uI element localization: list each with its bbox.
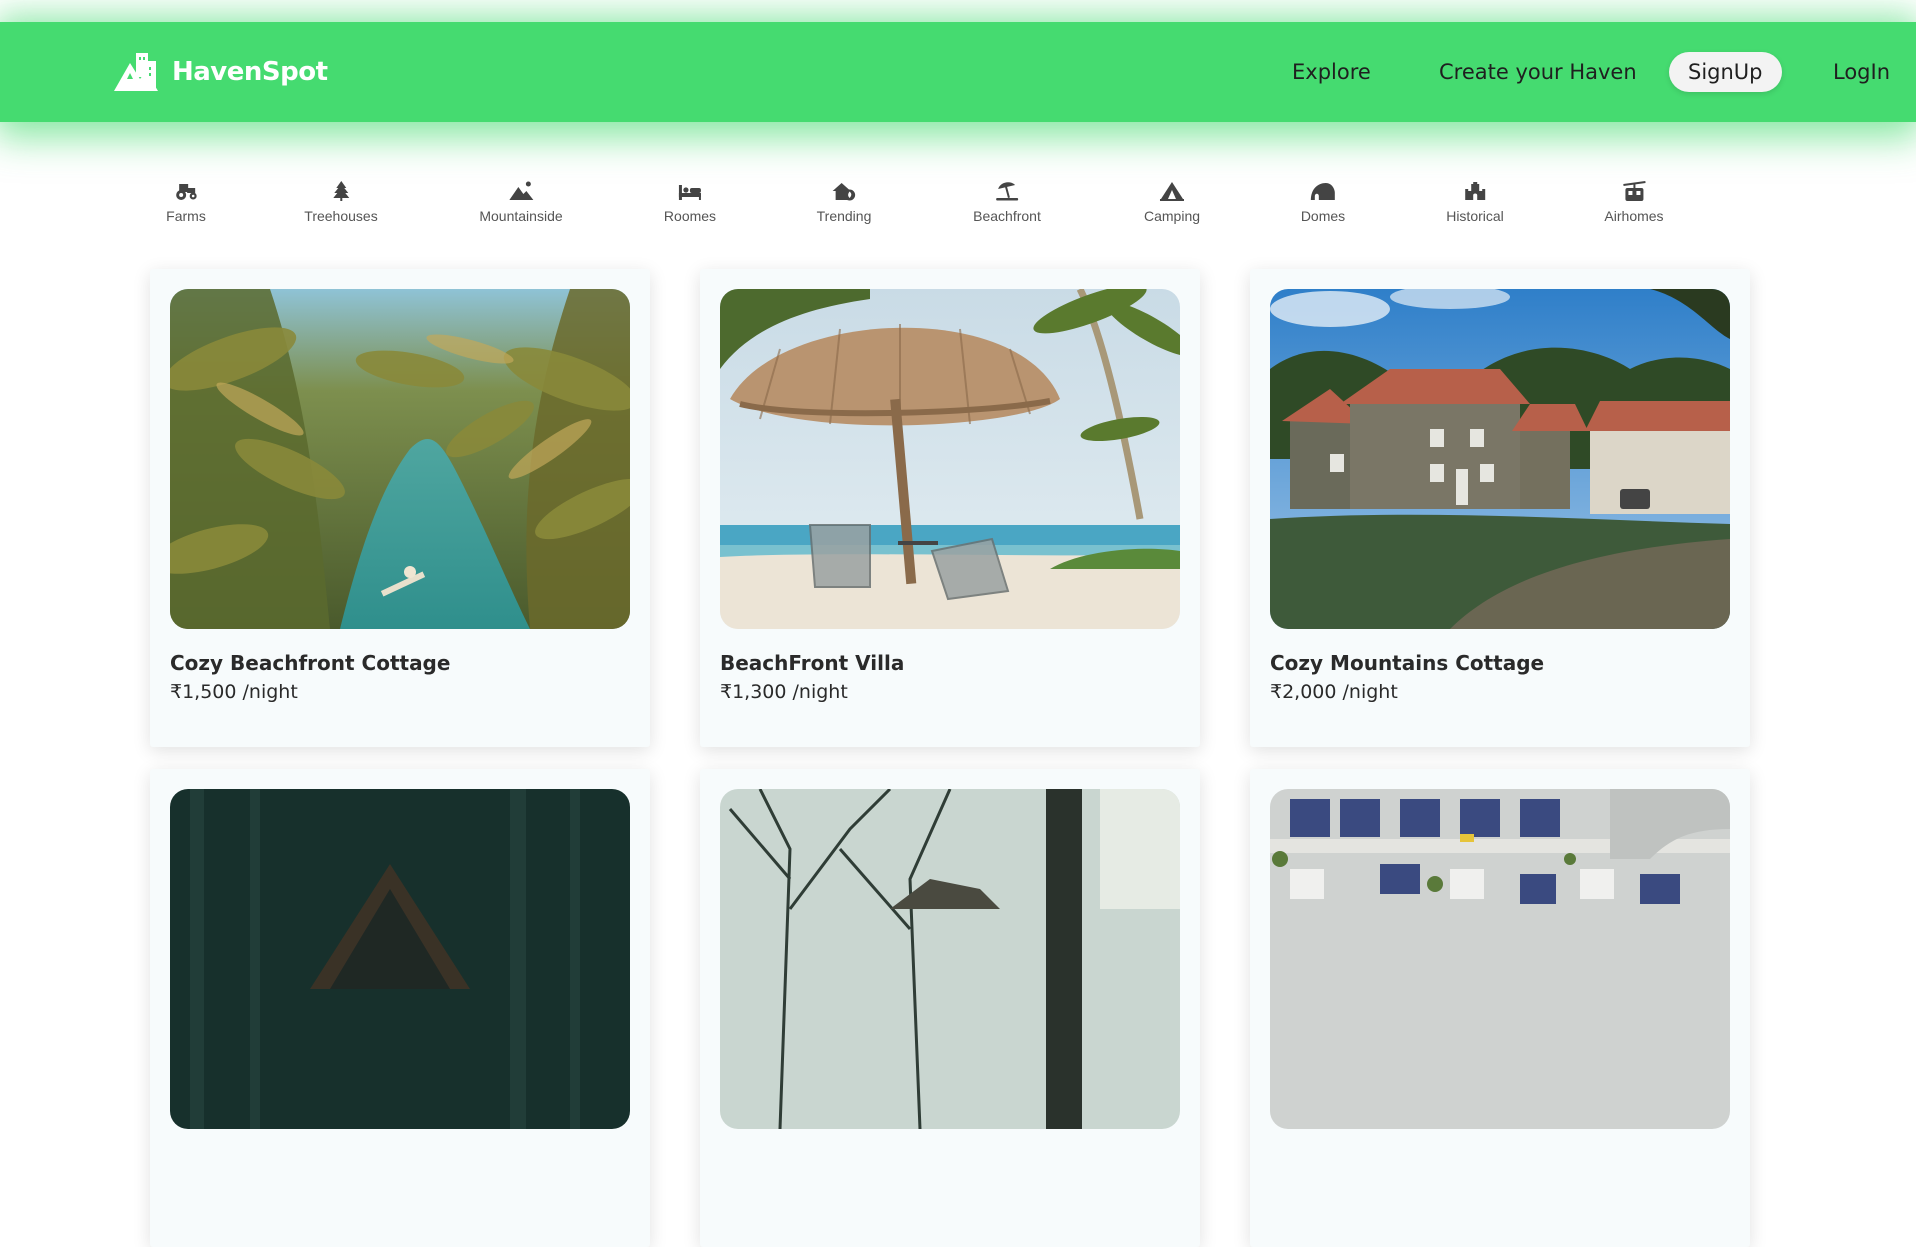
forest-cabin-photo (170, 789, 630, 1129)
aerial-neighborhood-photo (1270, 789, 1730, 1129)
filter-label: Farms (166, 208, 206, 224)
filter-label: Airhomes (1604, 208, 1664, 224)
category-filters: Farms Treehouses Mountainside Roomes Tre… (150, 180, 1770, 232)
igloo-icon (1310, 183, 1335, 200)
stone-cottage-photo (1270, 289, 1730, 629)
filter-label: Camping (1143, 208, 1201, 224)
umbrella-beach-icon (996, 182, 1018, 201)
filter-domes[interactable]: Domes (1301, 180, 1345, 224)
filter-label: Roomes (663, 208, 717, 224)
listing-image[interactable] (720, 789, 1180, 1129)
listing-title[interactable]: Cozy Mountains Cottage (1270, 651, 1544, 675)
house-fire-icon (833, 183, 856, 201)
filter-historical[interactable]: Historical (1446, 180, 1504, 224)
tropical-river-photo (170, 289, 630, 629)
filter-trending[interactable]: Trending (816, 180, 872, 224)
filter-roomes[interactable]: Roomes (664, 180, 716, 224)
filter-airhomes[interactable]: Airhomes (1604, 180, 1664, 224)
filter-label: Beachfront (973, 208, 1041, 224)
brand-name: HavenSpot (172, 57, 328, 87)
filter-label: Trending (816, 208, 872, 224)
winter-trees-photo (720, 789, 1180, 1129)
signup-button[interactable]: SignUp (1669, 52, 1782, 92)
listing-card[interactable] (1250, 769, 1750, 1247)
filter-camping[interactable]: Camping (1144, 180, 1200, 224)
listing-card[interactable]: Cozy Mountains Cottage ₹2,000 /night (1250, 269, 1750, 747)
nav-create-haven-link[interactable]: Create your Haven (1439, 60, 1637, 84)
filter-beachfront[interactable]: Beachfront (973, 180, 1041, 224)
listing-image[interactable] (720, 289, 1180, 629)
listing-title[interactable]: BeachFront Villa (720, 651, 904, 675)
listing-card[interactable]: Cozy Beachfront Cottage ₹1,500 /night (150, 269, 650, 747)
filter-label: Treehouses (304, 208, 378, 224)
mountain-icon (509, 181, 533, 200)
filter-label: Mountainside (479, 208, 563, 224)
listing-image[interactable] (170, 289, 630, 629)
listing-card[interactable] (150, 769, 650, 1247)
navbar: HavenSpot Explore Create your Haven Sign… (0, 22, 1916, 122)
filter-treehouses[interactable]: Treehouses (304, 180, 378, 224)
bed-icon (678, 185, 701, 200)
login-link[interactable]: LogIn (1833, 60, 1890, 84)
listing-image[interactable] (1270, 789, 1730, 1129)
filter-truncated[interactable]: H (1766, 180, 1770, 224)
listing-image[interactable] (1270, 289, 1730, 629)
listing-title[interactable]: Cozy Beachfront Cottage (170, 651, 450, 675)
brand-logo[interactable]: HavenSpot (114, 51, 328, 93)
listing-image[interactable] (170, 789, 630, 1129)
tree-icon (332, 181, 349, 201)
castle-icon (1464, 182, 1485, 200)
tractor-icon (175, 184, 197, 200)
listing-price: ₹2,000 /night (1270, 681, 1398, 703)
nav-explore-link[interactable]: Explore (1292, 60, 1371, 84)
filter-label: Domes (1300, 208, 1346, 224)
filter-mountainside[interactable]: Mountainside (479, 180, 563, 224)
filter-farms[interactable]: Farms (166, 180, 206, 224)
listing-price: ₹1,500 /night (170, 681, 298, 703)
filter-label: Historical (1446, 208, 1504, 224)
listing-card[interactable] (700, 769, 1200, 1247)
beach-umbrella-photo (720, 289, 1180, 629)
tent-icon (1160, 182, 1184, 201)
listing-card[interactable]: BeachFront Villa ₹1,300 /night (700, 269, 1200, 747)
mountain-city-icon (114, 51, 166, 93)
truncated-icon (1766, 180, 1770, 202)
cable-car-icon (1622, 181, 1646, 201)
listing-price: ₹1,300 /night (720, 681, 848, 703)
